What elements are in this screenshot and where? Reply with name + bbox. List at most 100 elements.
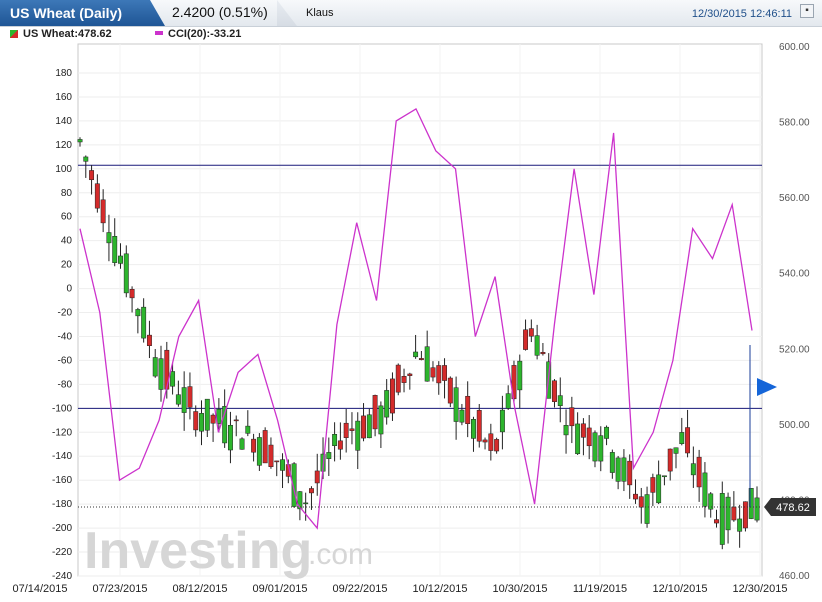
candle-down <box>569 407 575 427</box>
right-tick-label: 520.00 <box>779 344 810 355</box>
candle-down <box>627 460 633 486</box>
left-axis: 180 160 140 120 100 80 60 40 20 0 -20 -40 -60 -80 -100… <box>52 68 72 582</box>
candle-down <box>251 438 257 453</box>
candle-down <box>314 470 320 484</box>
candle-up <box>366 414 372 439</box>
candle-down <box>528 328 534 337</box>
left-tick-label: -20 <box>58 308 73 319</box>
candle-up <box>245 425 251 434</box>
right-tick-label: 500.00 <box>779 420 810 431</box>
candle-up <box>615 457 621 482</box>
x-axis: 07/14/2015 07/23/2015 08/12/2015 09/01/2015… <box>12 583 787 595</box>
left-tick-label: 180 <box>55 68 72 79</box>
candle-up <box>227 424 233 451</box>
candle-up <box>175 394 181 405</box>
candle-up <box>378 405 384 435</box>
candle-up <box>204 398 210 431</box>
right-tick-label: 600.00 <box>779 42 810 53</box>
candle-down <box>268 444 274 467</box>
candle-down <box>343 422 349 439</box>
candle-down <box>129 288 135 299</box>
candle-down <box>89 170 95 181</box>
candle-up <box>708 493 714 510</box>
x-tick-label: 09/22/2015 <box>332 583 387 595</box>
left-tick-label: -220 <box>52 547 72 558</box>
candle-up <box>505 393 511 409</box>
candle-up <box>661 475 667 478</box>
left-tick-label: 140 <box>55 116 72 127</box>
watermark: Investing .com <box>84 522 373 580</box>
candle-down <box>482 439 488 443</box>
candle-up <box>424 346 430 382</box>
candle-up <box>673 447 679 454</box>
candle-down <box>494 439 500 452</box>
left-tick-label: -80 <box>58 379 73 390</box>
candle-up <box>679 432 685 444</box>
cci-series <box>79 107 753 530</box>
left-tick-label: -120 <box>52 427 72 438</box>
left-tick-label: -60 <box>58 355 73 366</box>
candle-down <box>187 386 193 408</box>
left-tick-label: -200 <box>52 523 72 534</box>
candle-down <box>262 430 268 464</box>
left-tick-label: 80 <box>61 188 73 199</box>
left-tick-label: -40 <box>58 331 73 342</box>
candle-up <box>106 232 112 244</box>
x-tick-label: 09/01/2015 <box>252 583 307 595</box>
candle-down <box>407 373 413 376</box>
candle-up <box>141 306 147 339</box>
left-tick-label: -180 <box>52 499 72 510</box>
candle-up <box>453 387 459 422</box>
x-tick-label: 10/30/2015 <box>492 583 547 595</box>
left-tick-label: 160 <box>55 92 72 103</box>
candle-up <box>471 419 476 439</box>
candle-up <box>754 497 760 521</box>
chart-svg[interactable]: Investing .com 180 160 140 120 100 80 60 40 20 0 -… <box>0 0 822 602</box>
candle-up <box>256 437 262 466</box>
candle-down <box>146 334 152 346</box>
candle-up <box>158 358 164 390</box>
candle-up <box>118 255 123 264</box>
candle-down <box>210 414 216 424</box>
price-badge: 478.62 <box>764 498 816 516</box>
x-tick-label: 12/30/2015 <box>732 583 787 595</box>
candle-up <box>332 434 338 446</box>
candle-down <box>685 427 691 454</box>
candle-up <box>112 236 118 263</box>
candle-down <box>586 427 592 447</box>
candle-down <box>430 367 436 378</box>
candle-down <box>395 364 401 393</box>
candle-down <box>714 519 719 524</box>
scroll-arrow-icon[interactable] <box>757 378 777 396</box>
candle-down <box>580 423 586 438</box>
candle-up <box>592 432 598 462</box>
candle-up <box>199 413 204 432</box>
candle-up <box>557 395 563 407</box>
left-tick-label: 120 <box>55 140 72 151</box>
candle-up <box>280 459 285 471</box>
candle-down <box>94 183 100 209</box>
candle-down <box>436 365 442 384</box>
candle-down <box>633 493 638 500</box>
candle-up <box>575 423 581 455</box>
candle-down <box>447 377 453 404</box>
candle-up <box>621 457 627 482</box>
candle-up <box>702 472 708 507</box>
x-tick-label: 08/12/2015 <box>172 583 227 595</box>
candle-up <box>181 387 187 413</box>
candle-up <box>384 390 390 418</box>
x-tick-label: 12/10/2015 <box>652 583 707 595</box>
candles <box>77 137 760 550</box>
candle-down <box>638 496 644 508</box>
candle-up <box>83 156 89 162</box>
candle-down <box>667 448 673 472</box>
left-tick-label: -100 <box>52 403 72 414</box>
candle-down <box>274 460 280 463</box>
candle-down <box>523 329 528 350</box>
candle-up <box>656 474 662 504</box>
candle-up <box>326 452 332 459</box>
candle-up <box>77 139 83 143</box>
candle-up <box>152 357 158 377</box>
candle-down <box>418 358 424 360</box>
candle-down <box>540 352 546 355</box>
